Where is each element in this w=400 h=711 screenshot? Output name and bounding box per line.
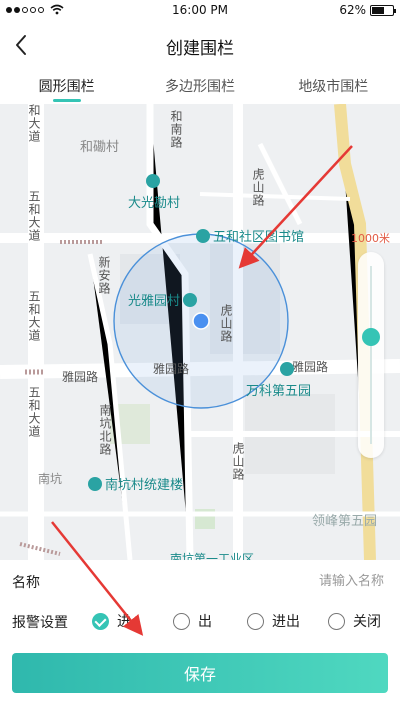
map-label-road: 雅园路 <box>292 360 329 374</box>
alarm-setting-label: 报警设置 <box>12 615 68 631</box>
building-icon <box>196 229 210 243</box>
map-label-road: 南坑北路 <box>98 404 112 456</box>
radius-label: 1000米 <box>351 232 390 245</box>
battery-fill <box>372 6 384 14</box>
map-label-road: 虎山路 <box>251 168 265 207</box>
screen: 16:00 PM 62% 创建围栏 圆形围栏 多边形围栏 地级市围栏 和大道 五… <box>0 0 400 711</box>
alarm-setting-row: 报警设置 进 出 进出 关闭 <box>0 604 400 638</box>
poi-daguang[interactable]: 大光勘村 <box>128 174 181 211</box>
radio-circle-icon <box>92 612 109 630</box>
poi-marker-icon <box>146 174 160 188</box>
radio-circle-icon <box>173 612 190 630</box>
radio-label: 出 <box>198 614 212 630</box>
poi-vanke[interactable]: 万科第五园 <box>246 362 312 399</box>
poi-label: 光雅园村 <box>128 294 181 309</box>
poi-label: 五和社区图书馆 <box>213 230 305 245</box>
battery-icon <box>370 4 396 16</box>
radio-enter[interactable]: 进 <box>92 610 131 632</box>
map-label-area: 和磡村 <box>80 140 120 155</box>
radio-label: 进出 <box>272 614 300 630</box>
poi-library[interactable]: 五和社区图书馆 <box>196 226 304 245</box>
poi-nankeng-building[interactable]: 南坑村统建楼 <box>88 474 183 493</box>
name-row: 名称 <box>0 560 400 600</box>
radio-off[interactable]: 关闭 <box>328 610 381 632</box>
map-label-road: 五和大道 <box>27 386 41 438</box>
map-label-road: 雅园路 <box>62 370 99 384</box>
map-label-area: 南坑第一工业区 <box>170 552 255 560</box>
radius-slider-track <box>370 266 372 444</box>
radio-enter-exit[interactable]: 进出 <box>247 610 300 632</box>
poi-guangya[interactable]: 光雅园村 <box>128 290 200 309</box>
battery-percent: 62% <box>339 3 366 17</box>
radio-exit[interactable]: 出 <box>173 610 212 632</box>
page-title: 创建围栏 <box>166 39 234 59</box>
poi-label: 万科第五园 <box>246 384 312 399</box>
map-label-road: 虎山路 <box>231 442 245 481</box>
map-label-road: 和大道 <box>27 104 41 143</box>
map-roads <box>0 104 400 560</box>
poi-label: 大光勘村 <box>128 196 181 211</box>
fence-type-tabs: 圆形围栏 多边形围栏 地级市围栏 <box>0 68 400 104</box>
poi-marker-icon <box>280 362 294 376</box>
tab-circle-fence[interactable]: 圆形围栏 <box>0 68 133 104</box>
map-label-road: 雅园路 <box>153 362 190 376</box>
tab-city-fence[interactable]: 地级市围栏 <box>267 68 400 104</box>
map-label-road: 虎山路 <box>219 304 233 343</box>
map-label-road: 和南路 <box>169 110 183 149</box>
name-input[interactable] <box>224 569 384 593</box>
radius-slider-knob[interactable] <box>362 328 380 346</box>
save-button[interactable]: 保存 <box>12 653 388 693</box>
tab-polygon-fence[interactable]: 多边形围栏 <box>133 68 266 104</box>
fence-form-panel: 名称 报警设置 进 出 进出 关闭 保存 <box>0 560 400 711</box>
radius-slider[interactable] <box>358 252 384 458</box>
radio-label: 关闭 <box>353 614 381 630</box>
building-icon <box>183 293 198 307</box>
map-label-road: 五和大道 <box>27 190 41 242</box>
map-label-area: 领峰第五园 <box>312 514 378 529</box>
radio-circle-icon <box>247 612 264 630</box>
radio-label: 进 <box>117 614 131 630</box>
building-icon <box>88 477 102 491</box>
nav-bar: 创建围栏 <box>0 22 400 68</box>
map-label-area: 南坑 <box>38 472 63 486</box>
name-label: 名称 <box>12 575 40 591</box>
radio-circle-icon <box>328 612 345 630</box>
status-bar: 16:00 PM 62% <box>0 0 400 22</box>
status-right: 62% <box>339 3 396 17</box>
map-view[interactable]: 和大道 五和大道 五和大道 五和大道 和磡村 和南路 虎山路 虎山路 虎山路 新… <box>0 104 400 560</box>
map-label-road: 新安路 <box>97 256 111 295</box>
map-label-road: 五和大道 <box>27 290 41 342</box>
poi-label: 南坑村统建楼 <box>105 478 184 493</box>
